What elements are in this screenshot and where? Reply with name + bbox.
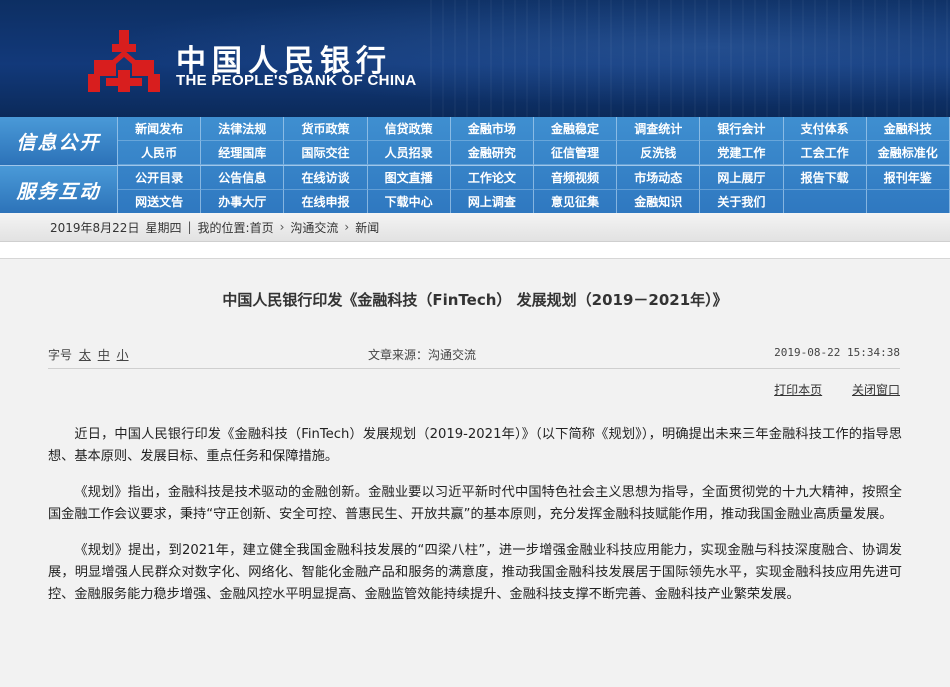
divider	[48, 368, 900, 369]
nav-item[interactable]: 信贷政策	[367, 117, 451, 141]
nav-item-empty	[783, 190, 867, 214]
nav-item[interactable]: 工作论文	[450, 166, 534, 190]
nav-item[interactable]: 金融稳定	[533, 117, 618, 141]
nav-item[interactable]: 银行会计	[700, 117, 784, 141]
article-datetime: 2019-08-22 15:34:38	[774, 346, 900, 359]
nav-item-empty	[866, 190, 950, 214]
nav-item[interactable]: 意见征集	[533, 190, 618, 214]
nav-item[interactable]: 人员招录	[367, 141, 451, 165]
nav-section-service-interaction: 服务互动 公开目录 公告信息 在线访谈 图文直播 工作论文 音频视频 市场动态 …	[0, 165, 950, 214]
nav-grid: 公开目录 公告信息 在线访谈 图文直播 工作论文 音频视频 市场动态 网上展厅 …	[118, 166, 950, 214]
nav-item[interactable]: 人民币	[118, 141, 202, 165]
article-source: 文章来源：沟通交流	[368, 348, 477, 362]
nav-item[interactable]: 公告信息	[201, 166, 285, 190]
nav-item[interactable]: 网上调查	[450, 190, 534, 214]
article-paragraph: 近日，中国人民银行印发《金融科技（FinTech）发展规划（2019-2021年…	[48, 427, 902, 464]
bank-name-english: THE PEOPLE'S BANK OF CHINA	[176, 72, 417, 89]
nav-item[interactable]: 货币政策	[284, 117, 368, 141]
nav-item[interactable]: 金融知识	[617, 190, 701, 214]
article-actions: 打印本页 关闭窗口	[748, 381, 900, 398]
print-page-link[interactable]: 打印本页	[774, 383, 822, 397]
nav-item[interactable]: 办事大厅	[201, 190, 285, 214]
article-meta: 字号 太 中 小 文章来源：沟通交流 2019-08-22 15:34:38	[48, 346, 900, 364]
nav-item[interactable]: 网上展厅	[700, 166, 784, 190]
nav-grid: 新闻发布 法律法规 货币政策 信贷政策 金融市场 金融稳定 调查统计 银行会计 …	[118, 117, 950, 165]
nav-item[interactable]: 市场动态	[617, 166, 701, 190]
nav-item[interactable]: 法律法规	[201, 117, 285, 141]
nav-item[interactable]: 关于我们	[700, 190, 784, 214]
location-label: 我的位置:	[197, 220, 250, 235]
article-paragraph: 《规划》指出，金融科技是技术驱动的金融创新。金融业要以习近平新时代中国特色社会主…	[48, 485, 902, 522]
nav-item[interactable]: 报告下载	[783, 166, 867, 190]
separator: ›	[279, 220, 285, 234]
nav-item[interactable]: 党建工作	[700, 141, 784, 165]
breadcrumb-communication[interactable]: 沟通交流	[290, 219, 338, 236]
nav-item[interactable]: 金融研究	[450, 141, 534, 165]
header-banner: 中国人民银行 THE PEOPLE'S BANK OF CHINA	[0, 0, 950, 117]
nav-item[interactable]: 下载中心	[367, 190, 451, 214]
banner-decoration	[430, 0, 950, 117]
nav-item[interactable]: 征信管理	[533, 141, 618, 165]
nav-item[interactable]: 金融市场	[450, 117, 534, 141]
article: 中国人民银行印发《金融科技（FinTech） 发展规划（2019－2021年）》…	[0, 258, 950, 687]
nav-item[interactable]: 调查统计	[617, 117, 701, 141]
breadcrumb-home[interactable]: 首页	[250, 219, 274, 236]
nav-item[interactable]: 反洗钱	[617, 141, 701, 165]
nav-item[interactable]: 在线申报	[284, 190, 368, 214]
font-size-small-button[interactable]: 小	[117, 348, 129, 362]
article-body: 近日，中国人民银行印发《金融科技（FinTech）发展规划（2019-2021年…	[48, 424, 902, 620]
nav-section-label: 服务互动	[0, 166, 118, 214]
article-paragraph: 《规划》提出，到2021年，建立健全我国金融科技发展的“四梁八柱”，进一步增强金…	[48, 543, 902, 602]
nav-item[interactable]: 金融标准化	[866, 141, 950, 165]
nav-item[interactable]: 图文直播	[367, 166, 451, 190]
nav-item[interactable]: 在线访谈	[284, 166, 368, 190]
nav-item[interactable]: 经理国库	[201, 141, 285, 165]
pboc-logo-icon[interactable]	[88, 30, 160, 94]
breadcrumb-news[interactable]: 新闻	[355, 219, 379, 236]
nav-item[interactable]: 工会工作	[783, 141, 867, 165]
font-size-medium-button[interactable]: 中	[98, 348, 110, 362]
font-size-large-button[interactable]: 太	[79, 348, 91, 362]
nav-item[interactable]: 音频视频	[533, 166, 618, 190]
nav-item[interactable]: 国际交往	[284, 141, 368, 165]
nav-item[interactable]: 支付体系	[783, 117, 867, 141]
font-size-controls: 字号 太 中 小	[48, 346, 129, 363]
main-navigation: 信息公开 新闻发布 法律法规 货币政策 信贷政策 金融市场 金融稳定 调查统计 …	[0, 117, 950, 214]
current-date: 2019年8月22日	[50, 220, 140, 235]
breadcrumb: 2019年8月22日 星期四 | 我的位置: 首页 › 沟通交流 › 新闻	[0, 213, 950, 242]
current-weekday: 星期四	[145, 220, 182, 235]
separator: |	[187, 220, 192, 234]
nav-item[interactable]: 网送文告	[118, 190, 202, 214]
nav-item[interactable]: 金融科技	[866, 117, 950, 141]
nav-section-info-disclosure: 信息公开 新闻发布 法律法规 货币政策 信贷政策 金融市场 金融稳定 调查统计 …	[0, 117, 950, 165]
close-window-link[interactable]: 关闭窗口	[852, 383, 900, 397]
article-title: 中国人民银行印发《金融科技（FinTech） 发展规划（2019－2021年）》	[222, 291, 728, 309]
separator: ›	[344, 220, 350, 234]
nav-section-label: 信息公开	[0, 117, 118, 165]
nav-item[interactable]: 公开目录	[118, 166, 202, 190]
nav-item[interactable]: 新闻发布	[118, 117, 202, 141]
font-size-label: 字号	[48, 348, 73, 362]
nav-item[interactable]: 报刊年鉴	[866, 166, 950, 190]
